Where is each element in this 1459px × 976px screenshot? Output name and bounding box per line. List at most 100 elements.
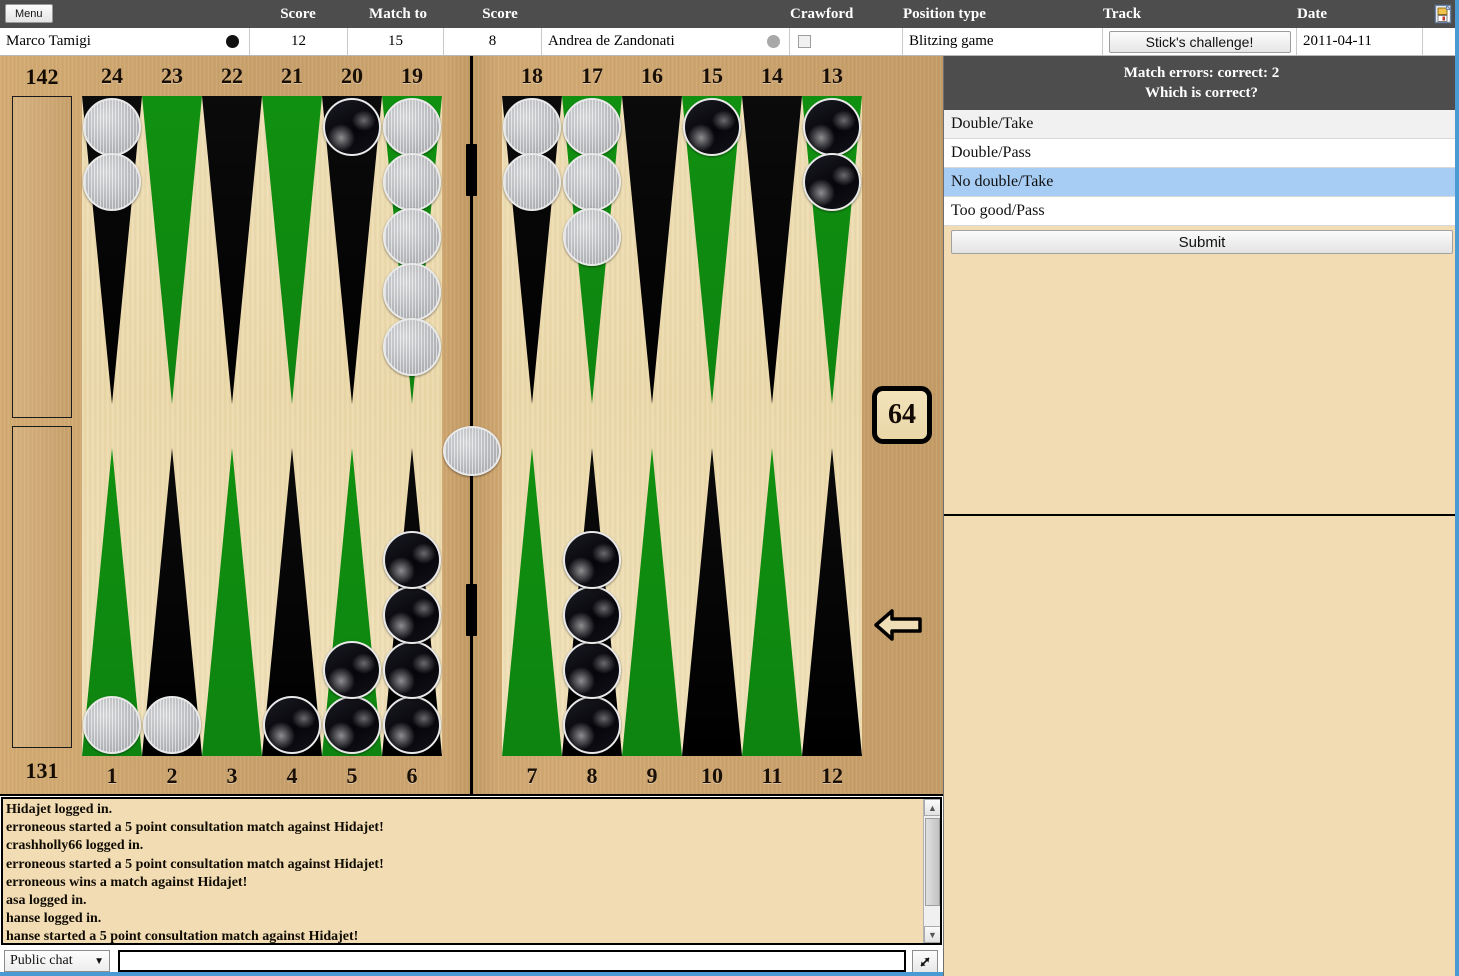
bar-nub-bottom: [466, 584, 477, 636]
player1-turn-indicator: [214, 28, 250, 55]
chat-message-input[interactable]: [120, 953, 904, 971]
checker-black-point-6[interactable]: [383, 696, 441, 754]
checker-black-point-8[interactable]: [563, 586, 621, 644]
match-to-value: 15: [348, 28, 444, 55]
point-number-1: 1: [106, 763, 118, 788]
checker-black-point-5[interactable]: [323, 641, 381, 699]
checker-white-point-18[interactable]: [503, 98, 561, 156]
pip-count-top: 142: [25, 64, 59, 89]
chat-line: erroneous started a 5 point consultation…: [6, 820, 384, 836]
bearoff-tray-bottom[interactable]: [12, 426, 72, 748]
top-header-bar: Menu Score Match to Score Crawford Posit…: [0, 0, 1459, 28]
checker-black-point-6[interactable]: [383, 531, 441, 589]
point-number-24: 24: [101, 63, 123, 88]
checker-black-point-5[interactable]: [323, 696, 381, 754]
checker-black-point-8[interactable]: [563, 641, 621, 699]
point-number-7: 7: [526, 763, 538, 788]
checker-white-point-1[interactable]: [83, 696, 141, 754]
pip-count-bottom: 131: [25, 758, 59, 783]
chat-line: erroneous started a 5 point consultation…: [6, 856, 384, 872]
header-label-matchto: Match to: [369, 5, 427, 22]
point-number-21: 21: [281, 63, 303, 88]
checker-white-point-17[interactable]: [563, 208, 621, 266]
scroll-down-icon[interactable]: ▼: [924, 926, 940, 943]
analysis-output-upper: [944, 316, 1459, 516]
score2-value: 8: [444, 28, 542, 55]
chat-log[interactable]: Hidajet logged in. erroneous started a 5 …: [1, 797, 942, 945]
checker-white-point-19[interactable]: [383, 153, 441, 211]
header-label-track: Track: [1103, 5, 1142, 22]
point-number-11: 11: [761, 763, 783, 788]
chat-message-field[interactable]: [118, 950, 906, 972]
chat-channel-value: Public chat: [10, 953, 73, 968]
chat-line: hanse logged in.: [6, 911, 102, 927]
checker-white-point-19[interactable]: [383, 98, 441, 156]
header-label-score1: Score: [280, 5, 316, 22]
bottom-accent-bar: [0, 972, 943, 976]
checker-black-point-13[interactable]: [803, 98, 861, 156]
chat-log-lines: Hidajet logged in. erroneous started a 5 …: [6, 801, 921, 945]
player2-name: Andrea de Zandonati: [542, 28, 790, 55]
point-number-6: 6: [406, 763, 418, 788]
track-cell: Stick's challenge!: [1103, 28, 1297, 55]
point-number-10: 10: [701, 763, 723, 788]
black-turn-dot: [225, 35, 239, 48]
track-challenge-button[interactable]: Stick's challenge!: [1108, 30, 1291, 53]
checker-white-point-2[interactable]: [143, 696, 201, 754]
point-number-2: 2: [166, 763, 178, 788]
checker-black-point-20[interactable]: [323, 98, 381, 156]
quiz-option-1[interactable]: Double/Take: [944, 110, 1459, 139]
scroll-up-icon[interactable]: ▲: [924, 799, 940, 816]
match-info-row: Marco Tamigi 12 15 8 Andrea de Zandonati…: [0, 28, 1459, 56]
bar-nub-top: [466, 144, 477, 196]
checker-black-point-4[interactable]: [263, 696, 321, 754]
save-document-icon[interactable]: [1433, 4, 1453, 24]
point-number-17: 17: [581, 63, 603, 88]
match-errors-line: Match errors: correct: 2: [1123, 65, 1280, 81]
scrollbar-thumb[interactable]: [925, 818, 940, 906]
point-number-3: 3: [226, 763, 238, 788]
chat-scrollbar[interactable]: ▲ ▼: [923, 799, 940, 943]
quiz-option-4[interactable]: Too good/Pass: [944, 197, 1459, 226]
chevron-down-icon: ▼: [94, 955, 104, 967]
quiz-question: Which is correct?: [1144, 85, 1259, 101]
point-number-15: 15: [701, 63, 723, 88]
checker-white-point-19[interactable]: [383, 318, 441, 376]
checker-black-point-8[interactable]: [563, 531, 621, 589]
checker-white-on-bar[interactable]: [443, 426, 501, 476]
point-number-20: 20: [341, 63, 363, 88]
grey-turn-dot: [766, 35, 780, 48]
bearoff-tray-top[interactable]: [12, 96, 72, 418]
score1-value: 12: [250, 28, 348, 55]
expand-arrow-icon[interactable]: [912, 950, 938, 973]
point-number-18: 18: [521, 63, 543, 88]
checker-black-point-15[interactable]: [683, 98, 741, 156]
checker-white-point-17[interactable]: [563, 98, 621, 156]
backgammon-board[interactable]: 24 23 22 21 20 19 18 17 16 15 14 13 1 2 3 4 5 6 7 8 9 10 11 12 …: [0, 56, 943, 796]
checker-white-point-19[interactable]: [383, 208, 441, 266]
point-number-5: 5: [346, 763, 358, 788]
chat-line: hanse started a 5 point consultation mat…: [6, 929, 359, 945]
checker-white-point-19[interactable]: [383, 263, 441, 321]
header-label-position-type: Position type: [903, 5, 986, 22]
menu-button[interactable]: Menu: [5, 4, 53, 23]
point-number-8: 8: [586, 763, 598, 788]
quiz-option-3[interactable]: No double/Take: [944, 168, 1459, 197]
doubling-cube[interactable]: 64: [872, 386, 932, 444]
quiz-option-2[interactable]: Double/Pass: [944, 139, 1459, 168]
player1-name: Marco Tamigi: [0, 28, 250, 55]
chat-channel-select[interactable]: Public chat ▼: [4, 950, 110, 972]
point-number-23: 23: [161, 63, 183, 88]
checker-black-point-6[interactable]: [383, 586, 441, 644]
checker-white-point-24[interactable]: [83, 153, 141, 211]
analysis-panel: Match errors: correct: 2 Which is correc…: [943, 56, 1459, 976]
checker-white-point-17[interactable]: [563, 153, 621, 211]
crawford-checkbox[interactable]: [798, 35, 811, 48]
checker-black-point-6[interactable]: [383, 641, 441, 699]
submit-button[interactable]: Submit: [951, 230, 1453, 254]
checker-white-point-24[interactable]: [83, 98, 141, 156]
header-label-score2: Score: [482, 5, 518, 22]
checker-black-point-13[interactable]: [803, 153, 861, 211]
checker-black-point-8[interactable]: [563, 696, 621, 754]
checker-white-point-18[interactable]: [503, 153, 561, 211]
